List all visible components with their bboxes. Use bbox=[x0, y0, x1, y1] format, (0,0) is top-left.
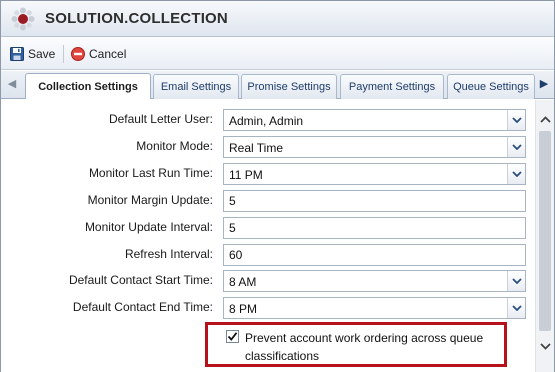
default-contact-end-time-select[interactable]: 8 PM bbox=[223, 297, 526, 319]
default-contact-end-time-label: Default Contact End Time: bbox=[72, 300, 213, 314]
app-logo-icon bbox=[11, 7, 35, 31]
monitor-last-run-time-row: Monitor Last Run Time: 11 PM bbox=[1, 163, 535, 185]
tab-promise-settings[interactable]: Promise Settings bbox=[241, 74, 337, 99]
tab-scroll-right-icon[interactable]: ▶ bbox=[537, 77, 551, 93]
title-bar: SOLUTION.COLLECTION bbox=[1, 1, 554, 37]
chevron-down-icon[interactable] bbox=[507, 164, 525, 184]
default-contact-start-time-value: 8 AM bbox=[229, 275, 257, 289]
chevron-down-icon[interactable] bbox=[507, 110, 525, 130]
refresh-interval-label: Refresh Interval: bbox=[124, 247, 213, 261]
scroll-up-icon[interactable] bbox=[537, 111, 554, 127]
tab-collection-settings[interactable]: Collection Settings bbox=[25, 73, 151, 99]
default-contact-start-time-label: Default Contact Start Time: bbox=[68, 273, 213, 287]
vertical-scrollbar[interactable] bbox=[535, 100, 554, 372]
tab-label: Collection Settings bbox=[38, 80, 138, 93]
toolbar-separator bbox=[63, 45, 64, 63]
cancel-button[interactable]: Cancel bbox=[71, 46, 126, 62]
scroll-down-icon[interactable] bbox=[537, 338, 554, 354]
default-contact-start-time-select[interactable]: 8 AM bbox=[223, 270, 526, 292]
monitor-last-run-time-label: Monitor Last Run Time: bbox=[88, 166, 213, 180]
monitor-update-interval-label: Monitor Update Interval: bbox=[84, 220, 213, 234]
monitor-last-run-time-value: 11 PM bbox=[229, 168, 263, 182]
monitor-last-run-time-select[interactable]: 11 PM bbox=[223, 163, 526, 185]
tab-payment-settings[interactable]: Payment Settings bbox=[340, 74, 444, 99]
tab-label: Email Settings bbox=[160, 81, 232, 93]
dialog-window: SOLUTION.COLLECTION Save Cancel ◀ Collec… bbox=[0, 0, 555, 372]
no-entry-icon bbox=[71, 47, 85, 61]
monitor-mode-select[interactable]: Real Time bbox=[223, 136, 526, 158]
default-letter-user-row: Default Letter User: Admin, Admin bbox=[1, 109, 535, 131]
default-contact-start-time-row: Default Contact Start Time: 8 AM bbox=[1, 270, 535, 292]
chevron-down-icon[interactable] bbox=[507, 271, 525, 291]
chevron-down-icon[interactable] bbox=[507, 137, 525, 157]
tab-scroll-left-icon[interactable]: ◀ bbox=[5, 77, 19, 93]
default-letter-user-label: Default Letter User: bbox=[108, 112, 213, 126]
refresh-interval-row: Refresh Interval: bbox=[1, 244, 535, 266]
save-label: Save bbox=[28, 47, 56, 61]
default-contact-end-time-value: 8 PM bbox=[229, 302, 258, 316]
monitor-update-interval-input[interactable] bbox=[223, 217, 526, 239]
settings-form: Default Letter User: Admin, Admin Monito… bbox=[1, 100, 535, 372]
monitor-mode-row: Monitor Mode: Real Time bbox=[1, 136, 535, 158]
checkmark-icon bbox=[227, 332, 238, 341]
tab-label: Promise Settings bbox=[247, 81, 331, 93]
monitor-update-interval-row: Monitor Update Interval: bbox=[1, 217, 535, 239]
tab-queue-settings[interactable]: Queue Settings bbox=[447, 74, 535, 99]
save-button[interactable]: Save bbox=[10, 46, 55, 62]
floppy-disk-icon bbox=[10, 47, 24, 61]
prevent-account-work-ordering-highlight: Prevent account work ordering across que… bbox=[205, 322, 507, 367]
prevent-account-work-ordering-label: Prevent account work ordering across que… bbox=[245, 331, 484, 363]
cancel-label: Cancel bbox=[89, 47, 127, 61]
default-contact-end-time-row: Default Contact End Time: 8 PM bbox=[1, 297, 535, 319]
tab-strip: ◀ Collection Settings Email Settings Pro… bbox=[1, 71, 554, 99]
default-letter-user-select[interactable]: Admin, Admin bbox=[223, 109, 526, 131]
chevron-down-icon[interactable] bbox=[507, 298, 525, 318]
monitor-margin-update-input[interactable] bbox=[223, 190, 526, 212]
default-letter-user-value: Admin, Admin bbox=[229, 114, 304, 128]
prevent-account-work-ordering-checkbox[interactable] bbox=[226, 330, 239, 343]
toolbar: Save Cancel bbox=[1, 38, 554, 70]
refresh-interval-input[interactable] bbox=[223, 244, 526, 266]
monitor-mode-label: Monitor Mode: bbox=[136, 139, 213, 153]
scrollbar-thumb[interactable] bbox=[539, 131, 551, 331]
tab-label: Queue Settings bbox=[453, 81, 529, 93]
tab-email-settings[interactable]: Email Settings bbox=[153, 74, 239, 99]
monitor-margin-update-row: Monitor Margin Update: bbox=[1, 190, 535, 212]
monitor-margin-update-label: Monitor Margin Update: bbox=[87, 193, 213, 207]
window-title: SOLUTION.COLLECTION bbox=[45, 10, 228, 27]
tab-label: Payment Settings bbox=[348, 81, 436, 93]
monitor-mode-value: Real Time bbox=[229, 141, 284, 155]
